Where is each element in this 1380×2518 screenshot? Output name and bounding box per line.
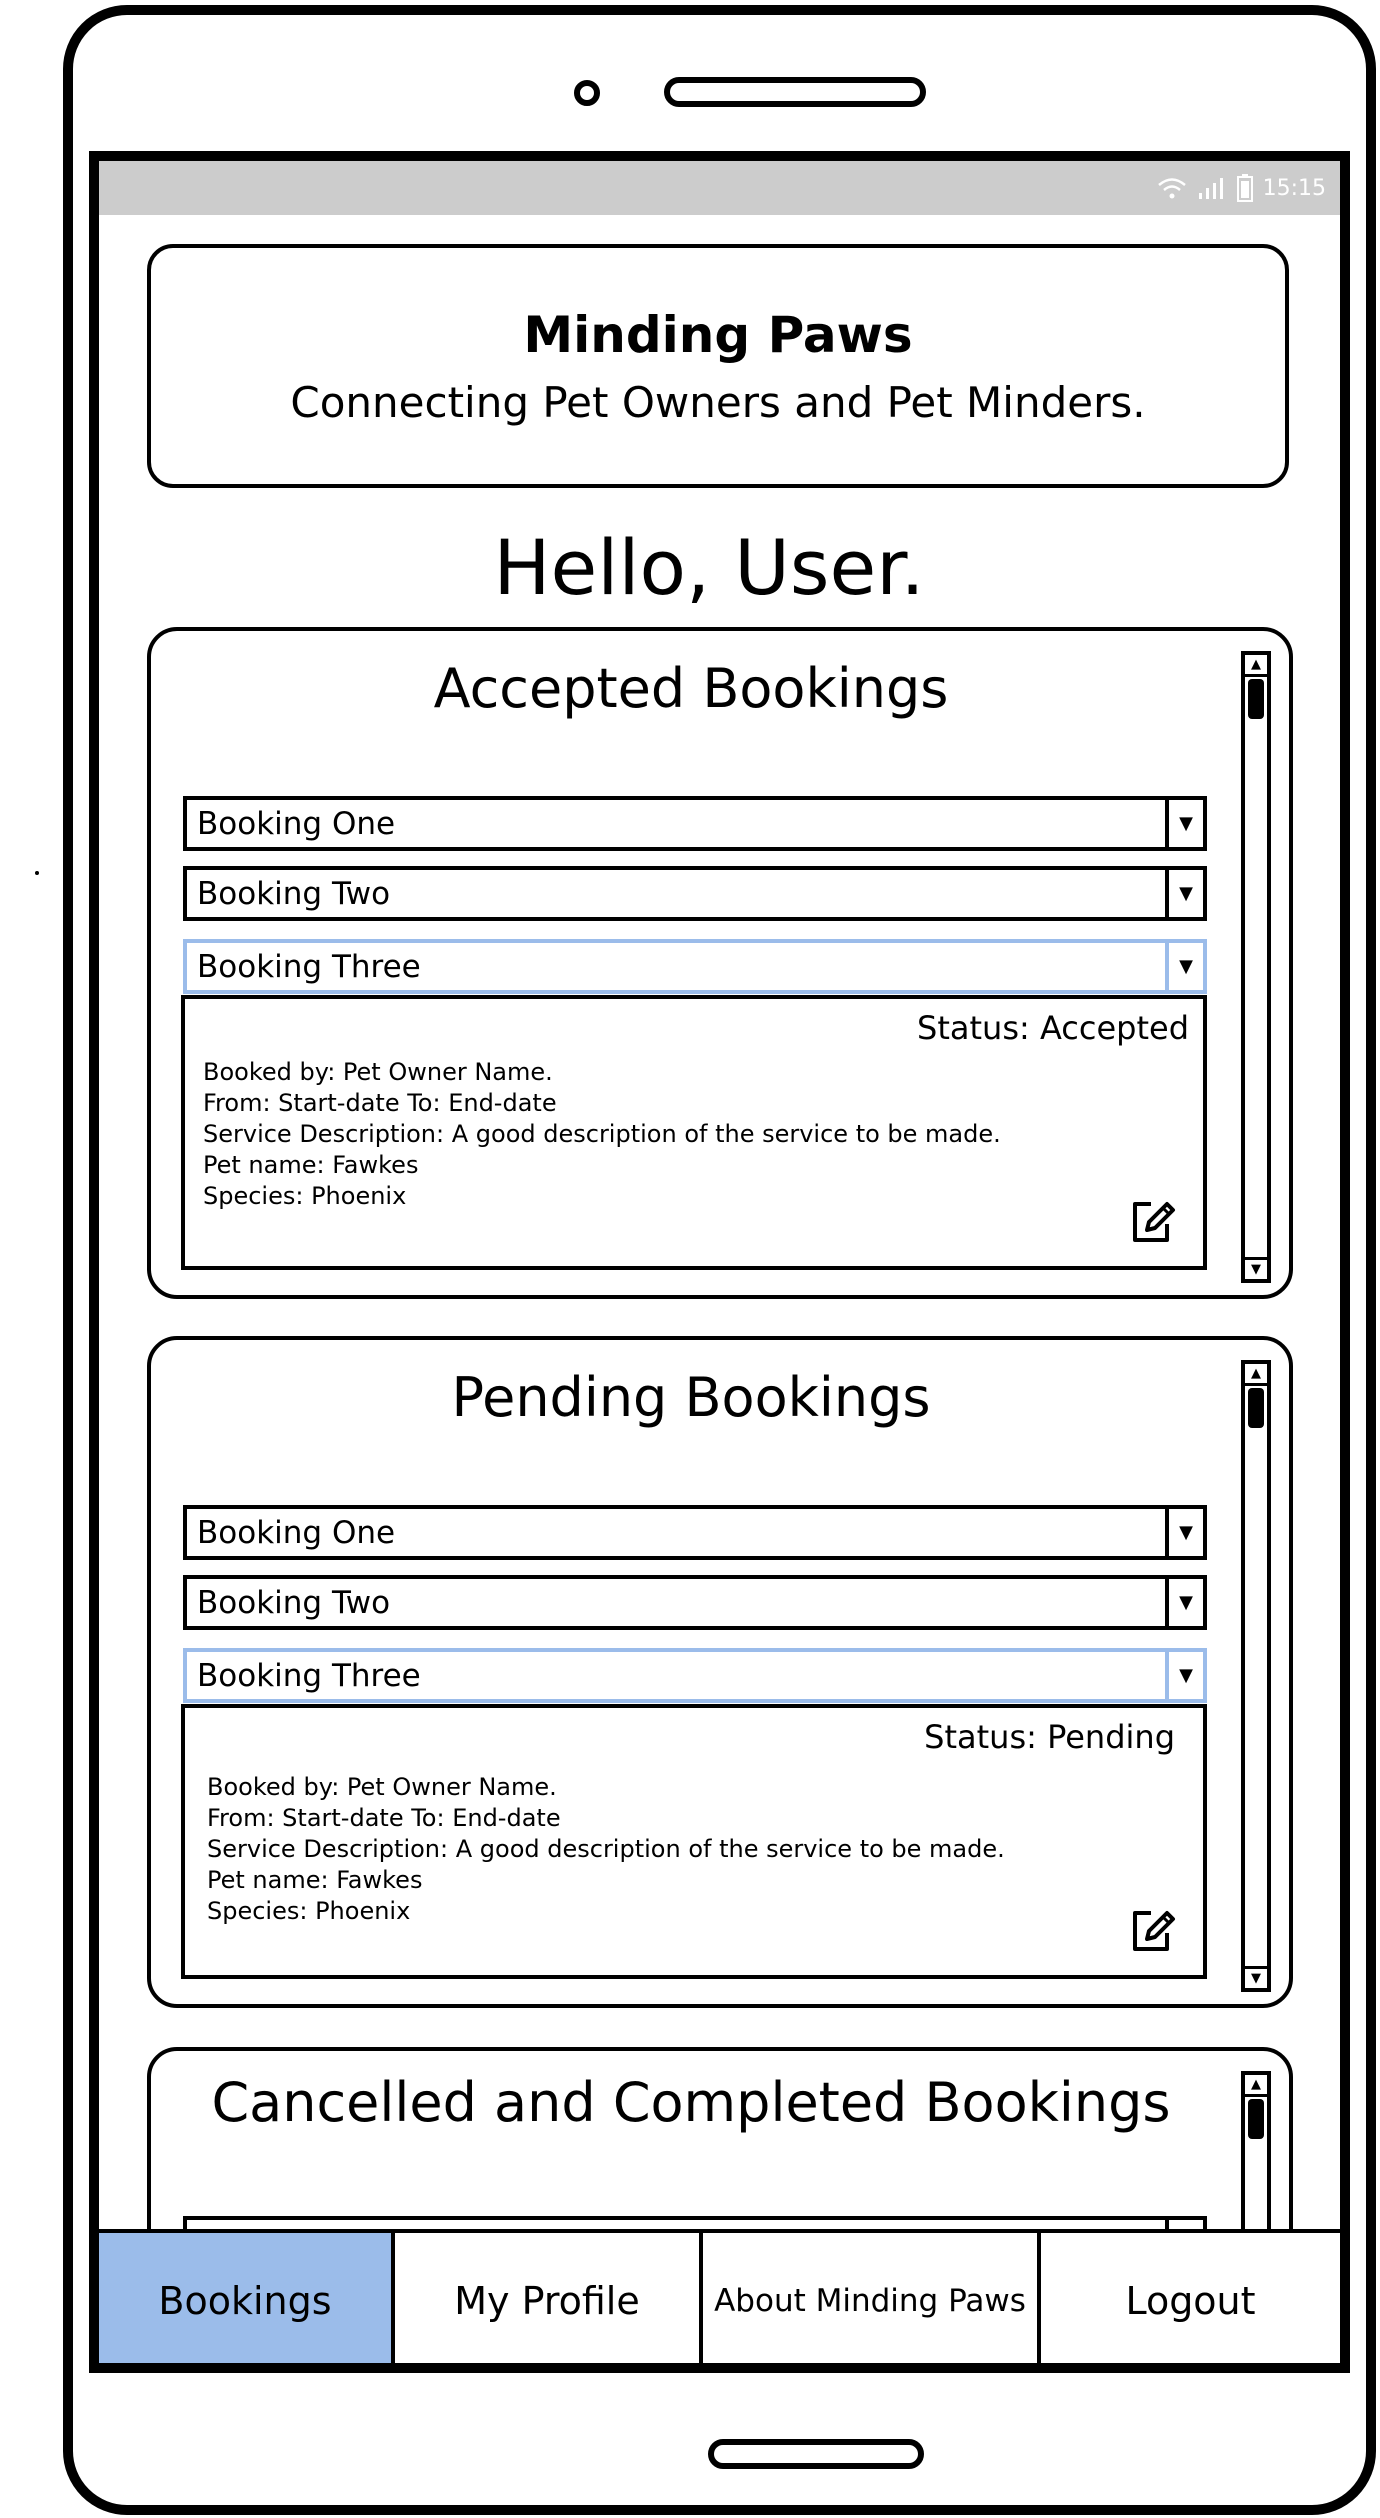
tab-bookings[interactable]: Bookings	[99, 2233, 395, 2363]
phone-screen: 15:15 Minding Paws Connecting Pet Owners…	[89, 151, 1350, 2373]
detail-booked-by: Booked by: Pet Owner Name.	[203, 1058, 553, 1086]
detail-dates: From: Start-date To: End-date	[203, 1089, 557, 1117]
dropdown-label: Booking Two	[197, 1584, 391, 1621]
scroll-up-icon[interactable]: ▲	[1245, 2075, 1267, 2097]
dropdown-label: Booking Two	[197, 875, 391, 912]
scroll-thumb[interactable]	[1248, 679, 1264, 719]
detail-service-description: Service Description: A good description …	[207, 1835, 1005, 1863]
dropdown-label: Booking Three	[197, 948, 421, 985]
tab-about-minding-paws[interactable]: About Minding Paws	[703, 2233, 1041, 2363]
pending-booking-three-dropdown[interactable]: Booking Three ▼	[183, 1648, 1207, 1703]
app-title: Minding Paws	[523, 305, 913, 364]
camera-icon	[574, 80, 600, 106]
accepted-booking-details: Status: Accepted Booked by: Pet Owner Na…	[181, 995, 1207, 1270]
pending-booking-one-dropdown[interactable]: Booking One ▼	[183, 1505, 1207, 1560]
accepted-booking-one-dropdown[interactable]: Booking One ▼	[183, 796, 1207, 851]
accepted-booking-two-dropdown[interactable]: Booking Two ▼	[183, 866, 1207, 921]
detail-lines: Booked by: Pet Owner Name. From: Start-d…	[203, 1057, 1001, 1212]
bottom-tab-bar: Bookings My Profile About Minding Paws L…	[99, 2229, 1340, 2363]
status-bar: 15:15	[99, 161, 1340, 215]
scroll-up-icon[interactable]: ▲	[1245, 655, 1267, 677]
wifi-icon	[1157, 176, 1187, 200]
status-label: Status: Accepted	[917, 1009, 1189, 1047]
dropdown-label: Booking One	[197, 1514, 396, 1551]
dropdown-label: Booking One	[197, 805, 396, 842]
scroll-thumb[interactable]	[1248, 1388, 1264, 1428]
app-subtitle: Connecting Pet Owners and Pet Minders.	[290, 377, 1146, 427]
edit-icon[interactable]	[1127, 1196, 1179, 1248]
status-time: 15:15	[1262, 175, 1326, 201]
scroll-down-icon[interactable]: ▼	[1245, 1257, 1267, 1279]
scroll-down-icon[interactable]: ▼	[1245, 1966, 1267, 1988]
edit-icon[interactable]	[1127, 1905, 1179, 1957]
tab-my-profile[interactable]: My Profile	[395, 2233, 703, 2363]
chevron-down-icon[interactable]: ▼	[1165, 943, 1203, 990]
accepted-booking-three-dropdown[interactable]: Booking Three ▼	[183, 939, 1207, 994]
chevron-down-icon[interactable]: ▼	[1165, 1652, 1203, 1699]
signal-icon	[1197, 176, 1227, 200]
scroll-thumb[interactable]	[1248, 2099, 1264, 2139]
detail-species: Species: Phoenix	[207, 1897, 411, 1925]
stray-mark	[35, 871, 39, 875]
tab-logout[interactable]: Logout	[1041, 2233, 1340, 2363]
chevron-down-icon[interactable]: ▼	[1165, 870, 1203, 917]
pending-bookings-title: Pending Bookings	[451, 1366, 931, 1429]
chevron-down-icon[interactable]: ▼	[1165, 1579, 1203, 1626]
cancelled-completed-bookings-title: Cancelled and Completed Bookings	[211, 2071, 1171, 2134]
scroll-up-icon[interactable]: ▲	[1245, 1364, 1267, 1386]
detail-lines: Booked by: Pet Owner Name. From: Start-d…	[207, 1772, 1005, 1927]
chevron-down-icon[interactable]: ▼	[1165, 1509, 1203, 1556]
app-header: Minding Paws Connecting Pet Owners and P…	[147, 244, 1289, 488]
detail-dates: From: Start-date To: End-date	[207, 1804, 561, 1832]
pending-scrollbar[interactable]: ▲ ▼	[1241, 1360, 1271, 1992]
pending-booking-details: Status: Pending Booked by: Pet Owner Nam…	[181, 1704, 1207, 1979]
detail-booked-by: Booked by: Pet Owner Name.	[207, 1773, 557, 1801]
greeting: Hello, User.	[493, 523, 925, 612]
chevron-down-icon[interactable]: ▼	[1165, 800, 1203, 847]
pending-bookings-panel: Pending Bookings Booking One ▼ Booking T…	[147, 1336, 1293, 2008]
accepted-bookings-title: Accepted Bookings	[433, 657, 949, 720]
home-button[interactable]	[708, 2439, 924, 2469]
speaker-grille	[664, 77, 926, 107]
accepted-scrollbar[interactable]: ▲ ▼	[1241, 651, 1271, 1283]
detail-species: Species: Phoenix	[203, 1182, 407, 1210]
accepted-bookings-panel: Accepted Bookings Booking One ▼ Booking …	[147, 627, 1293, 1299]
detail-pet-name: Pet name: Fawkes	[203, 1151, 419, 1179]
detail-pet-name: Pet name: Fawkes	[207, 1866, 423, 1894]
pending-booking-two-dropdown[interactable]: Booking Two ▼	[183, 1575, 1207, 1630]
dropdown-label: Booking Three	[197, 1657, 421, 1694]
status-label: Status: Pending	[924, 1718, 1175, 1756]
detail-service-description: Service Description: A good description …	[203, 1120, 1001, 1148]
battery-icon	[1236, 174, 1253, 202]
